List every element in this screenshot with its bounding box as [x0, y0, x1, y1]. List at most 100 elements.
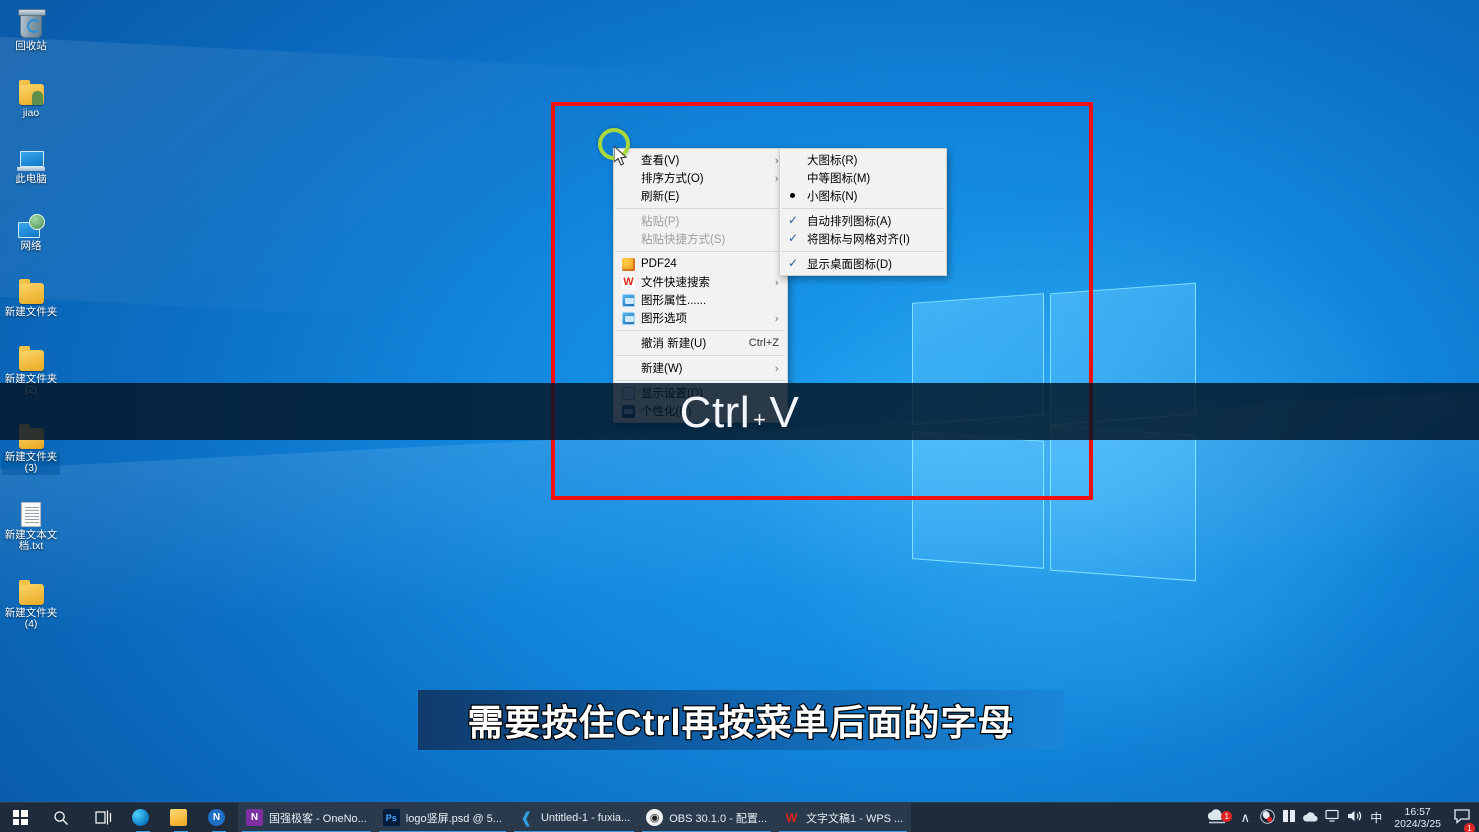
submenu-item-label: 显示桌面图标(D) — [807, 259, 892, 271]
desktop-icon-text-file[interactable]: 新建文本文档.txt — [2, 493, 60, 553]
submenu-item-label: 自动排列图标(A) — [807, 216, 892, 228]
intel-graphics-icon — [622, 294, 635, 307]
desktop-icon-grid: 回收站 jiao 此电脑 网络 新建文件夹 新建文件夹 (2) 新建文件夹 (3… — [0, 4, 62, 649]
menu-separator — [616, 330, 785, 331]
menu-separator — [782, 208, 944, 209]
system-tray[interactable]: 1 ∧ 中 16:57 2024/3/25 1 — [1200, 803, 1479, 832]
desktop-icon-this-pc[interactable]: 此电脑 — [2, 137, 60, 186]
menu-item-label: 刷新(E) — [641, 191, 680, 203]
menu-item-file-quick-search[interactable]: W 文件快速搜索 › — [614, 273, 787, 291]
vscode-icon: ❰ — [520, 809, 533, 827]
tray-chevron-up-icon[interactable]: ∧ — [1234, 810, 1256, 826]
submenu-item-auto-arrange[interactable]: ✓ 自动排列图标(A) — [780, 212, 946, 230]
taskbar-window-obs[interactable]: ◉ OBS 30.1.0 - 配置... — [638, 802, 776, 832]
submenu-item-show-desktop-icons[interactable]: ✓ 显示桌面图标(D) — [780, 255, 946, 273]
submenu-item-medium-icons[interactable]: 中等图标(M) — [780, 169, 946, 187]
menu-item-label: PDF24 — [641, 258, 677, 270]
menu-item-pdf24[interactable]: PDF24 — [614, 255, 787, 273]
menu-item-view[interactable]: 查看(V) › — [614, 151, 787, 169]
radio-bullet-icon — [790, 193, 795, 198]
tray-volume-icon[interactable] — [1344, 809, 1366, 826]
menu-item-paste: 粘贴(P) — [614, 212, 787, 230]
obs-tray-icon — [1259, 808, 1275, 824]
menu-item-graphics-options[interactable]: 图形选项 › — [614, 309, 787, 327]
taskbar-window-onenote[interactable]: N 国强极客 - OneNo... — [238, 802, 375, 832]
tray-obs-icon[interactable] — [1256, 808, 1278, 827]
key-second-label: V — [769, 387, 800, 437]
taskbar-app-onenote-pinned[interactable]: N — [200, 803, 238, 832]
chevron-right-icon: › — [774, 312, 779, 325]
menu-separator — [616, 208, 785, 209]
intel-graphics-icon — [622, 312, 635, 325]
menu-item-paste-shortcut: 粘贴快捷方式(S) — [614, 230, 787, 248]
desktop-icon-label: 此电脑 — [15, 173, 47, 185]
desktop-icon-recycle-bin[interactable]: 回收站 — [2, 4, 60, 53]
search-icon — [54, 810, 68, 825]
menu-item-new[interactable]: 新建(W) › — [614, 359, 787, 377]
wps-icon: W — [622, 276, 635, 289]
menu-item-label: 查看(V) — [641, 155, 680, 167]
menu-item-sort-by[interactable]: 排序方式(O) › — [614, 169, 787, 187]
desktop-icon-folder-1[interactable]: 新建文件夹 — [2, 270, 60, 319]
taskbar-window-vscode[interactable]: ❰ Untitled-1 - fuxia... — [509, 802, 639, 832]
menu-item-undo-new[interactable]: 撤消 新建(U) Ctrl+Z — [614, 334, 787, 352]
taskbar-clock[interactable]: 16:57 2024/3/25 — [1386, 806, 1449, 830]
submenu-item-align-to-grid[interactable]: ✓ 将图标与网格对齐(I) — [780, 230, 946, 248]
taskbar-window-label: Untitled-1 - fuxia... — [540, 811, 631, 824]
edge-icon — [132, 809, 149, 826]
recycle-bin-icon — [2, 4, 60, 38]
speaker-icon — [1348, 810, 1362, 822]
menu-item-graphics-properties[interactable]: 图形属性...... — [614, 291, 787, 309]
taskbar-app-file-explorer[interactable] — [162, 803, 200, 832]
bookmark-icon — [1283, 810, 1296, 822]
folder-icon — [2, 270, 60, 304]
submenu-item-large-icons[interactable]: 大图标(R) — [780, 151, 946, 169]
search-button[interactable] — [40, 803, 82, 832]
tray-app-icon[interactable] — [1278, 809, 1300, 826]
desktop-icon-label: 新建文件夹 (4) — [4, 606, 58, 630]
start-button[interactable] — [0, 803, 40, 832]
desktop-context-menu[interactable]: 查看(V) › 排序方式(O) › 刷新(E) 粘贴(P) 粘贴快捷方式(S) … — [613, 148, 788, 423]
tray-onedrive-sync-icon[interactable]: 1 — [1200, 808, 1234, 827]
submenu-item-small-icons[interactable]: 小图标(N) — [780, 187, 946, 205]
menu-item-label: 图形选项 — [641, 313, 687, 325]
task-view-button[interactable] — [82, 803, 124, 832]
desktop-icon-label: 新建文件夹 (3) — [2, 451, 60, 475]
menu-item-refresh[interactable]: 刷新(E) — [614, 187, 787, 205]
taskbar-window-label: OBS 30.1.0 - 配置... — [669, 812, 768, 825]
taskbar[interactable]: N N 国强极客 - OneNo... Ps logo竖屏.psd @ 5...… — [0, 802, 1479, 832]
wps-icon: W — [785, 810, 798, 825]
chevron-right-icon: › — [774, 276, 779, 289]
task-view-icon — [94, 810, 111, 825]
mouse-cursor-icon — [614, 146, 627, 166]
menu-item-label: 粘贴快捷方式(S) — [641, 234, 726, 246]
desktop-icon-folder-4[interactable]: 新建文件夹 (4) — [2, 571, 60, 631]
tray-onedrive-icon[interactable] — [1300, 810, 1322, 826]
taskbar-app-edge[interactable] — [124, 803, 162, 832]
desktop-icon-label: 新建文件夹 — [4, 306, 58, 318]
network-monitor-icon — [1325, 809, 1339, 822]
tray-ime-indicator[interactable]: 中 — [1366, 809, 1386, 826]
file-explorer-icon — [170, 809, 187, 826]
windows-logo-pane-bottom-right — [1050, 424, 1196, 582]
windows-logo-pane-bottom-left — [912, 431, 1044, 569]
network-icon — [2, 204, 60, 238]
pdf24-icon — [622, 258, 635, 271]
windows-start-icon — [12, 810, 28, 825]
taskbar-window-photoshop[interactable]: Ps logo竖屏.psd @ 5... — [374, 802, 510, 832]
cloud-icon — [1303, 811, 1318, 822]
taskbar-window-wps[interactable]: W 文字文稿1 - WPS ... — [775, 802, 912, 832]
desktop-icon-label: 网络 — [20, 239, 42, 252]
ime-label: 中 — [1370, 811, 1383, 825]
desktop-icon-label: 回收站 — [15, 40, 47, 52]
view-submenu[interactable]: 大图标(R) 中等图标(M) 小图标(N) ✓ 自动排列图标(A) ✓ 将图标与… — [779, 148, 947, 276]
submenu-item-label: 将图标与网格对齐(I) — [807, 234, 910, 246]
this-pc-icon — [2, 137, 60, 171]
tray-network-icon[interactable] — [1322, 809, 1344, 826]
onenote-icon: N — [246, 809, 263, 826]
notification-center-button[interactable]: 1 — [1449, 808, 1475, 832]
key-plus-label: + — [753, 406, 767, 432]
taskbar-window-label: 文字文稿1 - WPS ... — [806, 812, 904, 825]
desktop-icon-user-folder[interactable]: jiao — [2, 71, 60, 120]
desktop-icon-network[interactable]: 网络 — [2, 204, 60, 253]
